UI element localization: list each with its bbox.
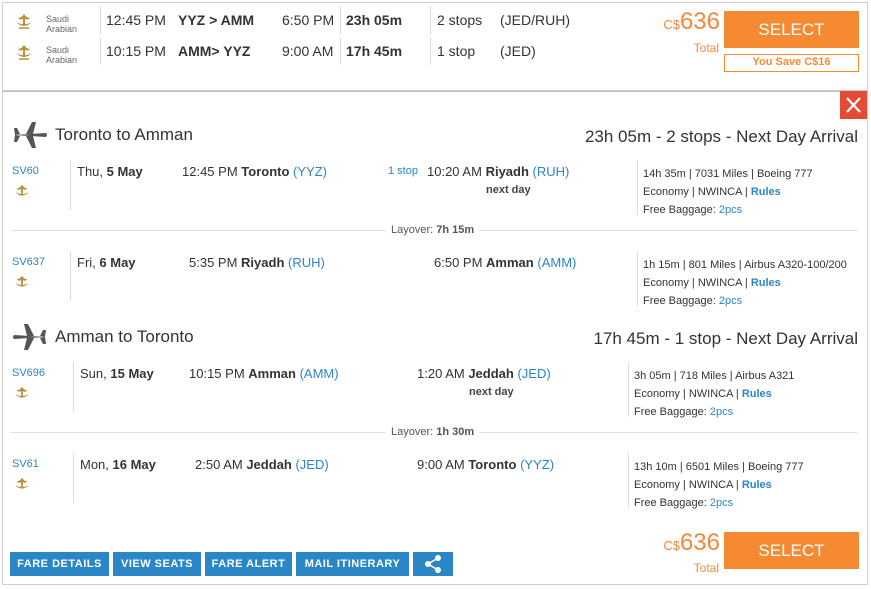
stop-info-link[interactable]: 1 stop bbox=[388, 165, 418, 177]
return-direction-summary: 17h 45m - 1 stop - Next Day Arrival bbox=[593, 329, 858, 348]
flight-number[interactable]: SV637 bbox=[12, 256, 45, 268]
footer-total-label: Total bbox=[693, 561, 719, 575]
outbound-via: (JED/RUH) bbox=[500, 12, 570, 28]
segment-arrival: 6:50 PM Amman (AMM) bbox=[434, 255, 577, 270]
flight-number[interactable]: SV61 bbox=[12, 458, 39, 470]
outbound-route: YYZ > AMM bbox=[178, 12, 255, 28]
saudia-logo-icon bbox=[15, 184, 29, 196]
baggage-link[interactable]: 2pcs bbox=[719, 204, 742, 216]
rules-link[interactable]: Rules bbox=[751, 277, 781, 289]
select-button[interactable]: SELECT bbox=[724, 532, 859, 569]
select-button[interactable]: SELECT bbox=[724, 11, 859, 48]
outbound-arrival-time: 6:50 PM bbox=[282, 12, 335, 28]
view-seats-button[interactable]: VIEW SEATS bbox=[113, 552, 201, 576]
mail-itinerary-button[interactable]: MAIL ITINERARY bbox=[296, 552, 409, 576]
divider bbox=[340, 6, 341, 34]
return-via: (JED) bbox=[500, 43, 536, 59]
outbound-departure-time: 12:45 PM bbox=[106, 12, 166, 28]
return-arrival-time: 9:00 AM bbox=[282, 43, 334, 59]
divider bbox=[340, 37, 341, 65]
divider bbox=[70, 251, 71, 301]
close-details-button[interactable] bbox=[840, 91, 867, 119]
segment-departure: 12:45 PM Toronto (YYZ) bbox=[182, 164, 327, 179]
rules-link[interactable]: Rules bbox=[751, 186, 781, 198]
segment-arrival: 9:00 AM Toronto (YYZ) bbox=[417, 457, 555, 472]
segment-departure: 5:35 PM Riyadh (RUH) bbox=[189, 255, 325, 270]
outbound-duration: 23h 05m bbox=[346, 12, 403, 28]
outbound-direction-summary: 23h 05m - 2 stops - Next Day Arrival bbox=[584, 127, 858, 146]
layover-label: Layover: 1h 30m bbox=[386, 426, 480, 438]
airplane-return-icon bbox=[13, 324, 46, 350]
layover-label: Layover: 7h 15m bbox=[386, 224, 480, 236]
saudia-logo-icon bbox=[17, 45, 31, 60]
fare-details-button[interactable]: FARE DETAILS bbox=[10, 552, 109, 576]
segment-info: 14h 35m | 7031 Miles | Boeing 777 Econom… bbox=[643, 168, 813, 216]
baggage-link[interactable]: 2pcs bbox=[710, 497, 733, 509]
return-duration: 17h 45m bbox=[346, 43, 403, 59]
divider bbox=[430, 6, 431, 34]
segment-arrival: 10:20 AM Riyadh (RUH) bbox=[427, 164, 570, 179]
segment-date: Fri, 6 May bbox=[77, 255, 136, 270]
divider bbox=[100, 37, 101, 65]
share-button[interactable] bbox=[413, 552, 453, 576]
divider bbox=[73, 453, 74, 503]
return-stops: 1 stop bbox=[437, 43, 476, 59]
airline-name: Saudi Arabian bbox=[46, 45, 78, 65]
saudia-logo-icon bbox=[15, 477, 29, 489]
return-route: AMM> YYZ bbox=[178, 43, 251, 59]
savings-badge: You Save C$16 bbox=[724, 54, 859, 72]
airplane-departure-icon bbox=[14, 122, 47, 148]
return-direction-title: Amman to Toronto bbox=[55, 327, 194, 346]
divider bbox=[628, 453, 629, 508]
divider bbox=[73, 362, 74, 412]
segment-date: Sun, 15 May bbox=[80, 366, 154, 381]
segment-date: Mon, 16 May bbox=[80, 457, 156, 472]
saudia-logo-icon bbox=[15, 275, 29, 287]
divider bbox=[637, 251, 638, 306]
baggage-link[interactable]: 2pcs bbox=[710, 406, 733, 418]
outbound-stops: 2 stops bbox=[437, 12, 483, 28]
share-icon bbox=[425, 555, 441, 573]
saudia-logo-icon bbox=[17, 14, 31, 29]
divider bbox=[430, 37, 431, 65]
baggage-link[interactable]: 2pcs bbox=[719, 295, 742, 307]
segment-date: Thu, 5 May bbox=[77, 164, 143, 179]
segment-info: 1h 15m | 801 Miles | Airbus A320-100/200… bbox=[643, 259, 847, 307]
segment-arrival: 1:20 AM Jeddah (JED) bbox=[417, 366, 551, 381]
divider bbox=[100, 6, 101, 34]
close-icon bbox=[846, 97, 861, 113]
rules-link[interactable]: Rules bbox=[742, 388, 772, 400]
divider bbox=[628, 362, 629, 417]
rules-link[interactable]: Rules bbox=[742, 479, 772, 491]
footer-price: C$636 bbox=[663, 529, 720, 556]
summary-total-label: Total bbox=[693, 41, 719, 55]
outbound-direction-title: Toronto to Amman bbox=[55, 125, 193, 144]
segment-departure: 10:15 PM Amman (AMM) bbox=[189, 366, 339, 381]
segment-info: 3h 05m | 718 Miles | Airbus A321 Economy… bbox=[634, 370, 795, 418]
saudia-logo-icon bbox=[15, 386, 29, 398]
next-day-note: next day bbox=[469, 386, 514, 398]
divider bbox=[637, 160, 638, 215]
next-day-note: next day bbox=[486, 184, 531, 196]
segment-departure: 2:50 AM Jeddah (JED) bbox=[195, 457, 329, 472]
divider bbox=[70, 160, 71, 210]
fare-alert-button[interactable]: FARE ALERT bbox=[205, 552, 292, 576]
flight-number[interactable]: SV696 bbox=[12, 367, 45, 379]
return-departure-time: 10:15 PM bbox=[106, 43, 166, 59]
flight-number[interactable]: SV60 bbox=[12, 165, 39, 177]
summary-price: C$636 bbox=[663, 8, 720, 35]
segment-info: 13h 10m | 6501 Miles | Boeing 777 Econom… bbox=[634, 461, 804, 509]
airline-name: Saudi Arabian bbox=[46, 14, 78, 34]
